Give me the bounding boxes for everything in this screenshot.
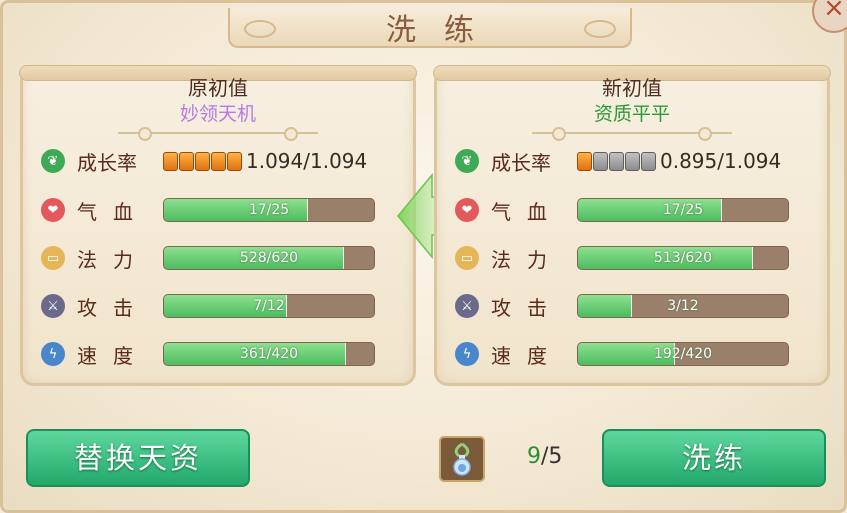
dialog-title: 洗练 (386, 13, 502, 48)
refine-button[interactable]: 洗练 (602, 429, 826, 487)
refine-item-slot[interactable] (439, 436, 485, 482)
panel-title: 原初值 (188, 76, 248, 100)
counter-current: 9 (527, 444, 541, 469)
stat-row-hp: ❤ 气血 17/25 (455, 195, 789, 225)
stat-bar: 7/12 (163, 294, 375, 318)
new-values-panel: 新初值 资质平平 ❦ 成长率 0.895/1.094 ❤ 气血 17/25 ▭ … (433, 65, 831, 386)
stat-bar: 17/25 (163, 198, 375, 222)
panel-header: 新初值 资质平平 (437, 75, 827, 127)
title-ornament-right (584, 20, 616, 38)
close-button[interactable]: × (812, 0, 847, 33)
stat-bar: 192/420 (577, 342, 789, 366)
sword-icon: ⚔ (41, 294, 65, 318)
stat-label: 速度 (491, 343, 563, 368)
stat-value: 17/25 (248, 202, 290, 218)
growth-label: 成长率 (77, 150, 137, 175)
stat-bar: 528/620 (163, 246, 375, 270)
lightning-icon: ϟ (41, 342, 65, 366)
panel-title: 新初值 (602, 76, 662, 100)
stat-label: 速度 (77, 343, 149, 368)
replace-talent-button[interactable]: 替换天资 (26, 429, 250, 487)
stat-row-spd: ϟ 速度 192/420 (455, 339, 789, 369)
refine-counter: 9/5 (527, 444, 562, 469)
stat-value: 3/12 (667, 298, 699, 314)
stat-bar: 513/620 (577, 246, 789, 270)
divider (532, 127, 732, 141)
stat-label: 攻击 (77, 295, 149, 320)
growth-gems (577, 151, 656, 171)
stat-label: 法力 (77, 247, 149, 272)
divider (118, 127, 318, 141)
gem-empty-icon (593, 151, 608, 171)
stat-row-mp: ▭ 法力 513/620 (455, 243, 789, 273)
stat-row-atk: ⚔ 攻击 3/12 (455, 291, 789, 321)
scroll-icon: ▭ (455, 246, 479, 270)
stat-label: 气血 (77, 199, 149, 224)
scroll-icon: ▭ (41, 246, 65, 270)
sprout-icon: ❦ (41, 149, 65, 173)
quality-text: 资质平平 (593, 103, 670, 125)
stat-label: 气血 (491, 199, 563, 224)
stat-bar: 3/12 (577, 294, 789, 318)
gem-empty-icon (609, 151, 624, 171)
heart-icon: ❤ (455, 198, 479, 222)
gem-filled-icon (577, 151, 592, 171)
quality-text: 妙领天机 (179, 103, 256, 125)
stat-value: 7/12 (253, 298, 285, 314)
growth-value: 1.094/1.094 (246, 149, 368, 173)
growth-value: 0.895/1.094 (660, 149, 782, 173)
dialog-frame: 洗练 × 原初值 妙领天机 ❦ 成长率 1.094/1.094 ❤ 气血 17/… (0, 0, 847, 513)
original-values-panel: 原初值 妙领天机 ❦ 成长率 1.094/1.094 ❤ 气血 17/25 ▭ … (19, 65, 417, 386)
stat-label: 攻击 (491, 295, 563, 320)
counter-total: /5 (541, 444, 563, 469)
stat-label: 法力 (491, 247, 563, 272)
stat-row-atk: ⚔ 攻击 7/12 (41, 291, 375, 321)
stat-value: 17/25 (662, 202, 704, 218)
close-icon: × (823, 0, 845, 23)
lightning-icon: ϟ (455, 342, 479, 366)
panel-header: 原初值 妙领天机 (23, 75, 413, 127)
gem-empty-icon (641, 151, 656, 171)
gem-filled-icon (179, 151, 194, 171)
gem-filled-icon (211, 151, 226, 171)
stat-value: 528/620 (239, 250, 299, 266)
stat-row-hp: ❤ 气血 17/25 (41, 195, 375, 225)
stat-value: 513/620 (653, 250, 713, 266)
stat-value: 361/420 (239, 346, 299, 362)
stat-row-mp: ▭ 法力 528/620 (41, 243, 375, 273)
growth-gems (163, 151, 242, 171)
heart-icon: ❤ (41, 198, 65, 222)
sword-icon: ⚔ (455, 294, 479, 318)
growth-row: ❦ 成长率 1.094/1.094 (41, 146, 367, 176)
gem-empty-icon (625, 151, 640, 171)
gem-filled-icon (163, 151, 178, 171)
growth-label: 成长率 (491, 150, 551, 175)
stat-bar: 17/25 (577, 198, 789, 222)
stat-bar: 361/420 (163, 342, 375, 366)
title-ornament-left (244, 20, 276, 38)
stat-row-spd: ϟ 速度 361/420 (41, 339, 375, 369)
title-band: 洗练 (228, 8, 632, 48)
potion-icon (453, 442, 471, 476)
stat-value: 192/420 (653, 346, 713, 362)
gem-filled-icon (227, 151, 242, 171)
sprout-icon: ❦ (455, 149, 479, 173)
gem-filled-icon (195, 151, 210, 171)
growth-row: ❦ 成长率 0.895/1.094 (455, 146, 781, 176)
